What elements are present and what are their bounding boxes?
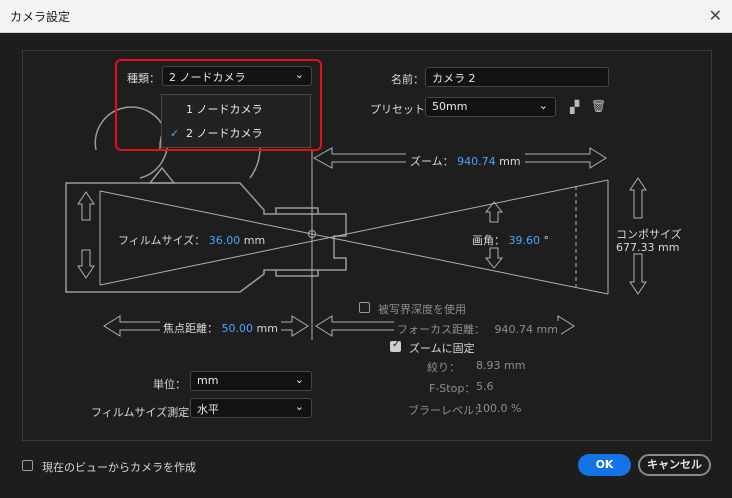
film-size-readout: フィルムサイズ： 36.00 mm	[118, 232, 265, 248]
camera-type-label: 種類：	[127, 72, 160, 85]
measure-film-size-select[interactable]: 水平 ⌄	[190, 398, 312, 418]
aperture-label: 絞り：	[427, 361, 460, 374]
lock-zoom-checkbox[interactable]	[390, 339, 401, 352]
focal-length-readout: 焦点距離： 50.00 mm	[160, 320, 281, 336]
fstop-value: 5.6	[476, 380, 494, 393]
menu-item-label: 1 ノードカメラ	[186, 103, 263, 116]
trash-icon[interactable]: 🗑	[591, 99, 606, 113]
zoom-unit: mm	[499, 155, 521, 168]
measure-film-size-label: フィルムサイズ測定：	[91, 406, 201, 419]
name-label: 名前：	[391, 73, 424, 86]
angle-value[interactable]: 39.60	[509, 234, 541, 247]
checkmark-icon: ✓	[170, 127, 180, 140]
film-size-label: フィルムサイズ：	[118, 234, 206, 247]
camera-type-value: 2 ノードカメラ	[169, 71, 246, 84]
create-from-view-checkbox[interactable]	[22, 460, 33, 471]
blur-level-label: ブラーレベル：	[408, 404, 485, 417]
menu-item-2-node[interactable]: ✓ 2 ノードカメラ	[162, 124, 310, 144]
measure-film-size-value: 水平	[197, 403, 219, 416]
lock-zoom-label: ズームに固定	[409, 342, 475, 355]
preset-select[interactable]: 50mm ⌄	[425, 97, 556, 117]
comp-size-label: コンポサイズ	[616, 228, 682, 241]
units-label: 単位：	[153, 378, 186, 391]
preset-value: 50mm	[432, 100, 468, 113]
chevron-down-icon: ⌄	[294, 373, 304, 386]
camera-type-menu: 1 ノードカメラ ✓ 2 ノードカメラ	[161, 94, 311, 148]
focus-distance-value: 940.74 mm	[494, 323, 558, 336]
focal-length-value[interactable]: 50.00	[222, 322, 254, 335]
create-from-view-label: 現在のビューからカメラを作成	[42, 461, 196, 474]
aperture-value: 8.93 mm	[476, 359, 526, 372]
units-value: mm	[197, 374, 219, 387]
cancel-button[interactable]: キャンセル	[638, 454, 711, 476]
depth-of-field-checkbox[interactable]	[359, 302, 370, 313]
angle-label: 画角：	[472, 234, 505, 247]
chevron-down-icon: ⌄	[294, 68, 304, 81]
focus-distance-label: フォーカス距離：	[397, 323, 485, 336]
chevron-down-icon: ⌄	[538, 99, 548, 112]
focus-distance-readout: フォーカス距離： 940.74 mm	[394, 321, 561, 337]
camera-reel-left	[94, 106, 169, 179]
menu-item-1-node[interactable]: 1 ノードカメラ	[162, 100, 310, 120]
depth-of-field-label: 被写界深度を使用	[378, 303, 466, 316]
focal-length-label: 焦点距離：	[163, 322, 218, 335]
focal-length-unit: mm	[256, 322, 278, 335]
zoom-value[interactable]: 940.74	[457, 155, 496, 168]
camera-triangle	[148, 166, 176, 184]
angle-readout: 画角： 39.60 °	[472, 232, 549, 248]
angle-unit: °	[543, 234, 550, 247]
camera-type-select[interactable]: 2 ノードカメラ ⌄	[162, 66, 312, 86]
film-size-value[interactable]: 36.00	[209, 234, 241, 247]
comp-size-value: 677.33 mm	[616, 241, 680, 254]
ok-button[interactable]: OK	[578, 454, 631, 476]
save-preset-icon[interactable]: ▞	[570, 100, 579, 114]
name-field[interactable]: カメラ 2	[425, 67, 609, 87]
chevron-down-icon: ⌄	[294, 400, 304, 413]
units-select[interactable]: mm ⌄	[190, 371, 312, 391]
menu-item-label: 2 ノードカメラ	[186, 127, 263, 140]
fstop-label: F-Stop：	[429, 382, 476, 395]
film-size-unit: mm	[243, 234, 266, 247]
blur-level-value: 100.0 %	[476, 402, 522, 415]
zoom-readout: ズーム： 940.74 mm	[406, 153, 525, 169]
zoom-label: ズーム：	[410, 155, 454, 168]
